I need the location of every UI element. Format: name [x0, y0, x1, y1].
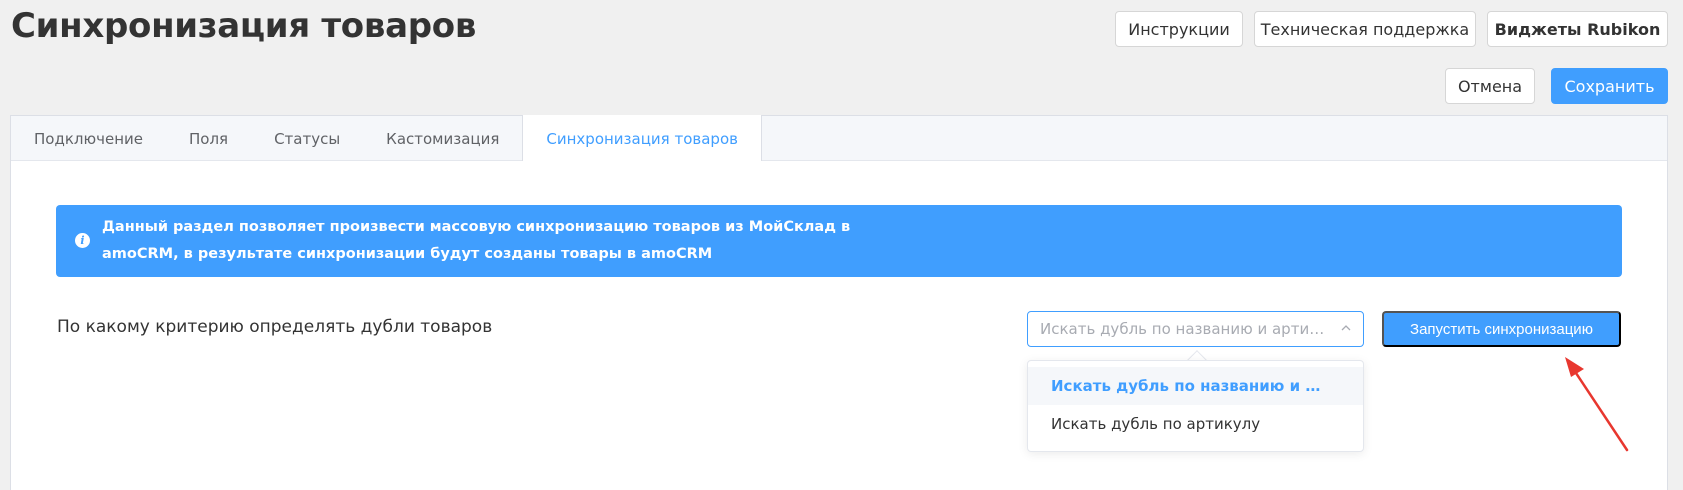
dropdown-option[interactable]: Искать дубль по артикулу	[1028, 405, 1363, 443]
tab-product-sync[interactable]: Синхронизация товаров	[522, 115, 762, 161]
support-button[interactable]: Техническая поддержка	[1254, 11, 1476, 47]
save-button[interactable]: Сохранить	[1551, 68, 1668, 104]
settings-panel: Подключение Поля Статусы Кастомизация Си…	[10, 115, 1668, 490]
info-alert: i Данный раздел позволяет произвести мас…	[56, 205, 1622, 277]
widgets-button[interactable]: Виджеты Rubikon	[1487, 11, 1668, 47]
cancel-button[interactable]: Отмена	[1445, 68, 1535, 104]
run-sync-button[interactable]: Запустить синхронизацию	[1382, 311, 1621, 347]
option-label: Искать дубль по артикулу	[1051, 415, 1261, 433]
page-title: Синхронизация товаров	[11, 6, 477, 46]
tab-fields[interactable]: Поля	[166, 116, 251, 161]
annotation-arrow-icon	[1565, 357, 1629, 452]
tab-statuses[interactable]: Статусы	[251, 116, 363, 161]
chevron-up-icon	[1341, 325, 1351, 331]
criteria-dropdown: Искать дубль по названию и артикулу Иска…	[1027, 360, 1364, 452]
instructions-button[interactable]: Инструкции	[1115, 11, 1243, 47]
duplicate-criteria-select[interactable]: Искать дубль по названию и артикулу	[1027, 311, 1364, 347]
dropdown-option[interactable]: Искать дубль по названию и артикулу	[1028, 367, 1363, 405]
select-placeholder: Искать дубль по названию и артикулу	[1040, 320, 1329, 338]
duplicate-criteria-label: По какому критерию определять дубли това…	[57, 317, 493, 337]
info-icon: i	[75, 233, 90, 248]
tab-connection[interactable]: Подключение	[11, 116, 166, 161]
option-label: Искать дубль по названию и артикулу	[1051, 377, 1329, 395]
info-text: Данный раздел позволяет произвести массо…	[102, 219, 851, 262]
tab-bar: Подключение Поля Статусы Кастомизация Си…	[11, 115, 1667, 161]
tab-customization[interactable]: Кастомизация	[363, 116, 522, 161]
